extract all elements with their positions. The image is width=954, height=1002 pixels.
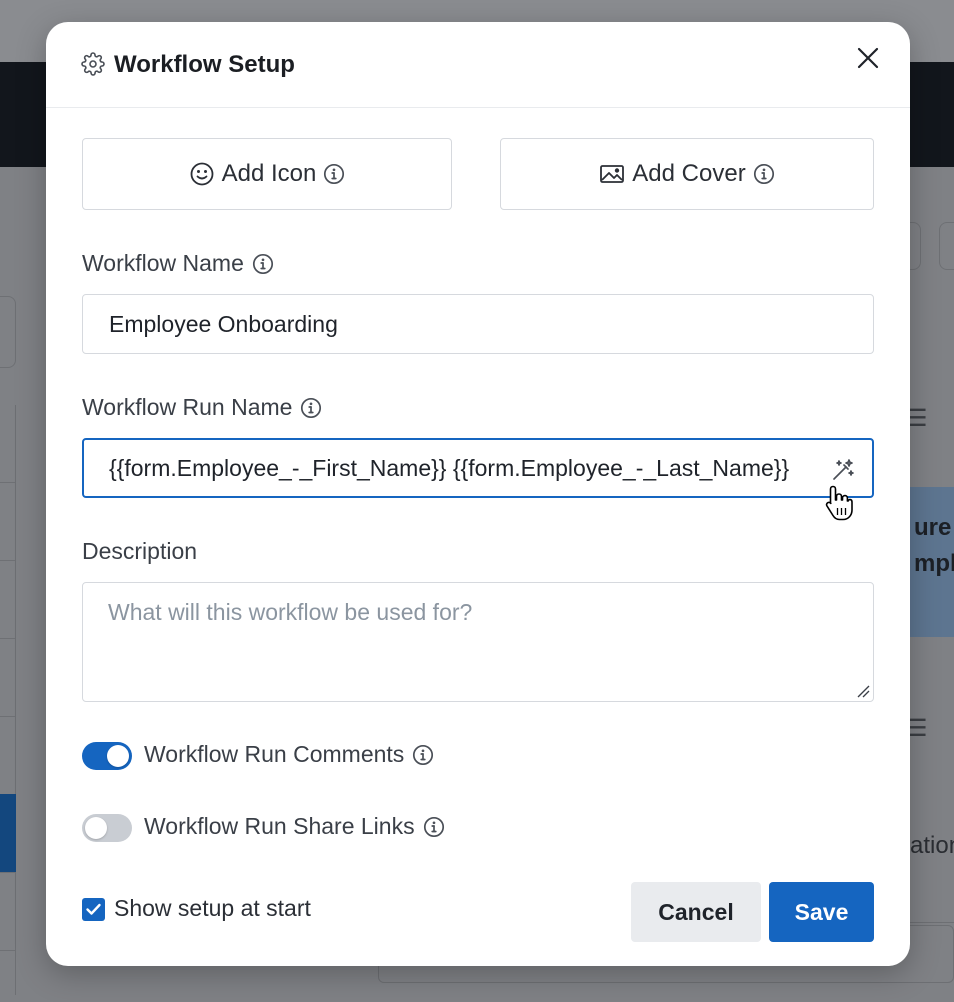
workflow-run-share-links-label: Workflow Run Share Links: [144, 813, 445, 840]
checkmark-icon: [86, 903, 101, 915]
add-icon-button[interactable]: Add Icon: [82, 138, 452, 210]
modal-header: Workflow Setup: [46, 22, 910, 108]
magic-wand-icon[interactable]: [830, 457, 856, 483]
info-icon[interactable]: [423, 816, 445, 838]
show-setup-label[interactable]: Show setup at start: [114, 895, 311, 922]
workflow-run-name-label-text: Workflow Run Name: [82, 394, 293, 420]
info-icon[interactable]: [300, 397, 322, 419]
bg-peek-text: ation: [910, 832, 954, 859]
info-icon: [324, 163, 345, 185]
bg-left-tab: [0, 296, 16, 368]
cancel-button[interactable]: Cancel: [631, 882, 761, 942]
bg-left-column: [0, 405, 16, 995]
save-button[interactable]: Save: [769, 882, 874, 942]
close-icon[interactable]: [854, 44, 882, 72]
bg-right-button: [939, 222, 954, 270]
show-setup-checkbox[interactable]: [82, 898, 105, 921]
info-icon[interactable]: [412, 744, 434, 766]
workflow-setup-modal: Workflow Setup Add Icon Add Cover Workfl…: [46, 22, 910, 966]
description-label-text: Description: [82, 538, 198, 564]
add-cover-button[interactable]: Add Cover: [500, 138, 874, 210]
info-icon: [753, 163, 774, 185]
workflow-run-name-input[interactable]: {{form.Employee_-_First_Name}} {{form.Em…: [82, 438, 874, 498]
workflow-name-label: Workflow Name: [82, 250, 274, 277]
workflow-run-comments-text: Workflow Run Comments: [144, 741, 405, 767]
info-icon[interactable]: [252, 253, 274, 275]
add-cover-label: Add Cover: [632, 160, 746, 187]
bg-peek-text: ure A: [914, 514, 954, 541]
workflow-run-comments-label: Workflow Run Comments: [144, 741, 434, 768]
smiley-icon: [190, 162, 214, 186]
workflow-run-share-links-toggle[interactable]: [82, 814, 132, 842]
bg-divider: [910, 922, 954, 923]
modal-title: Workflow Setup: [114, 51, 295, 78]
bg-peek-text: mplo: [914, 550, 954, 577]
gear-icon: [81, 52, 105, 76]
description-label: Description: [82, 538, 197, 565]
workflow-run-comments-toggle[interactable]: [82, 742, 132, 770]
workflow-run-share-links-text: Workflow Run Share Links: [144, 813, 415, 839]
bg-left-selected-row: [0, 794, 16, 872]
image-icon: [600, 165, 625, 183]
description-textarea[interactable]: What will this workflow be used for?: [82, 582, 874, 702]
resize-handle-icon[interactable]: [856, 684, 870, 698]
workflow-name-label-text: Workflow Name: [82, 250, 244, 276]
workflow-name-input[interactable]: Employee Onboarding: [82, 294, 874, 354]
add-icon-label: Add Icon: [221, 160, 317, 187]
workflow-name-value: Employee Onboarding: [109, 310, 338, 337]
workflow-run-name-label: Workflow Run Name: [82, 394, 322, 421]
hand-pointer-icon: [825, 485, 853, 521]
description-placeholder: What will this workflow be used for?: [108, 599, 473, 625]
workflow-run-name-value: {{form.Employee_-_First_Name}} {{form.Em…: [109, 454, 790, 481]
